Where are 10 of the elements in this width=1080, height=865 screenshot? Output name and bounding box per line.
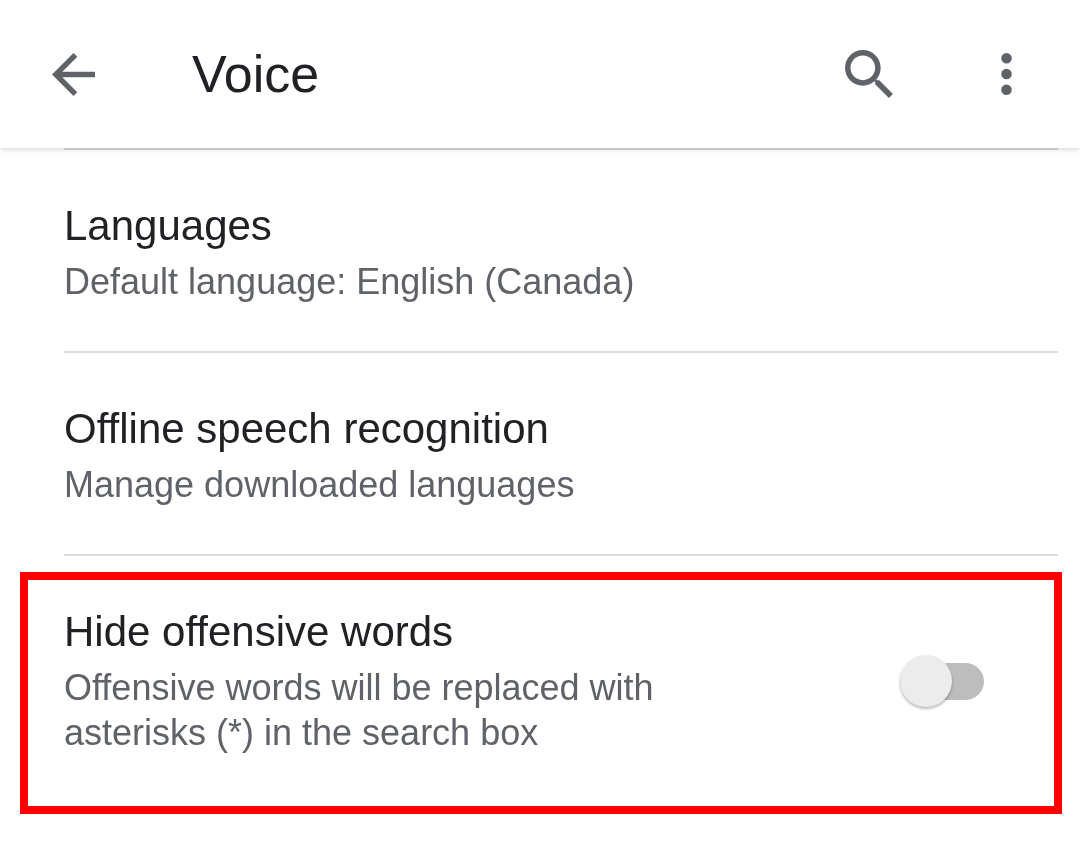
screen-title: Voice [192, 44, 321, 105]
setting-summary: Offensive words will be replaced with asterisks (*) in the search box [64, 666, 655, 755]
more-options-icon[interactable] [1001, 53, 1012, 95]
search-icon[interactable] [845, 50, 893, 98]
setting-summary: Manage downloaded languages [64, 463, 576, 507]
back-arrow-icon[interactable] [52, 52, 95, 96]
setting-summary: Default language: English (Canada) [64, 260, 636, 304]
setting-title: Hide offensive words [64, 607, 455, 657]
setting-title: Offline speech recognition [64, 404, 550, 454]
setting-title: Languages [64, 201, 273, 251]
